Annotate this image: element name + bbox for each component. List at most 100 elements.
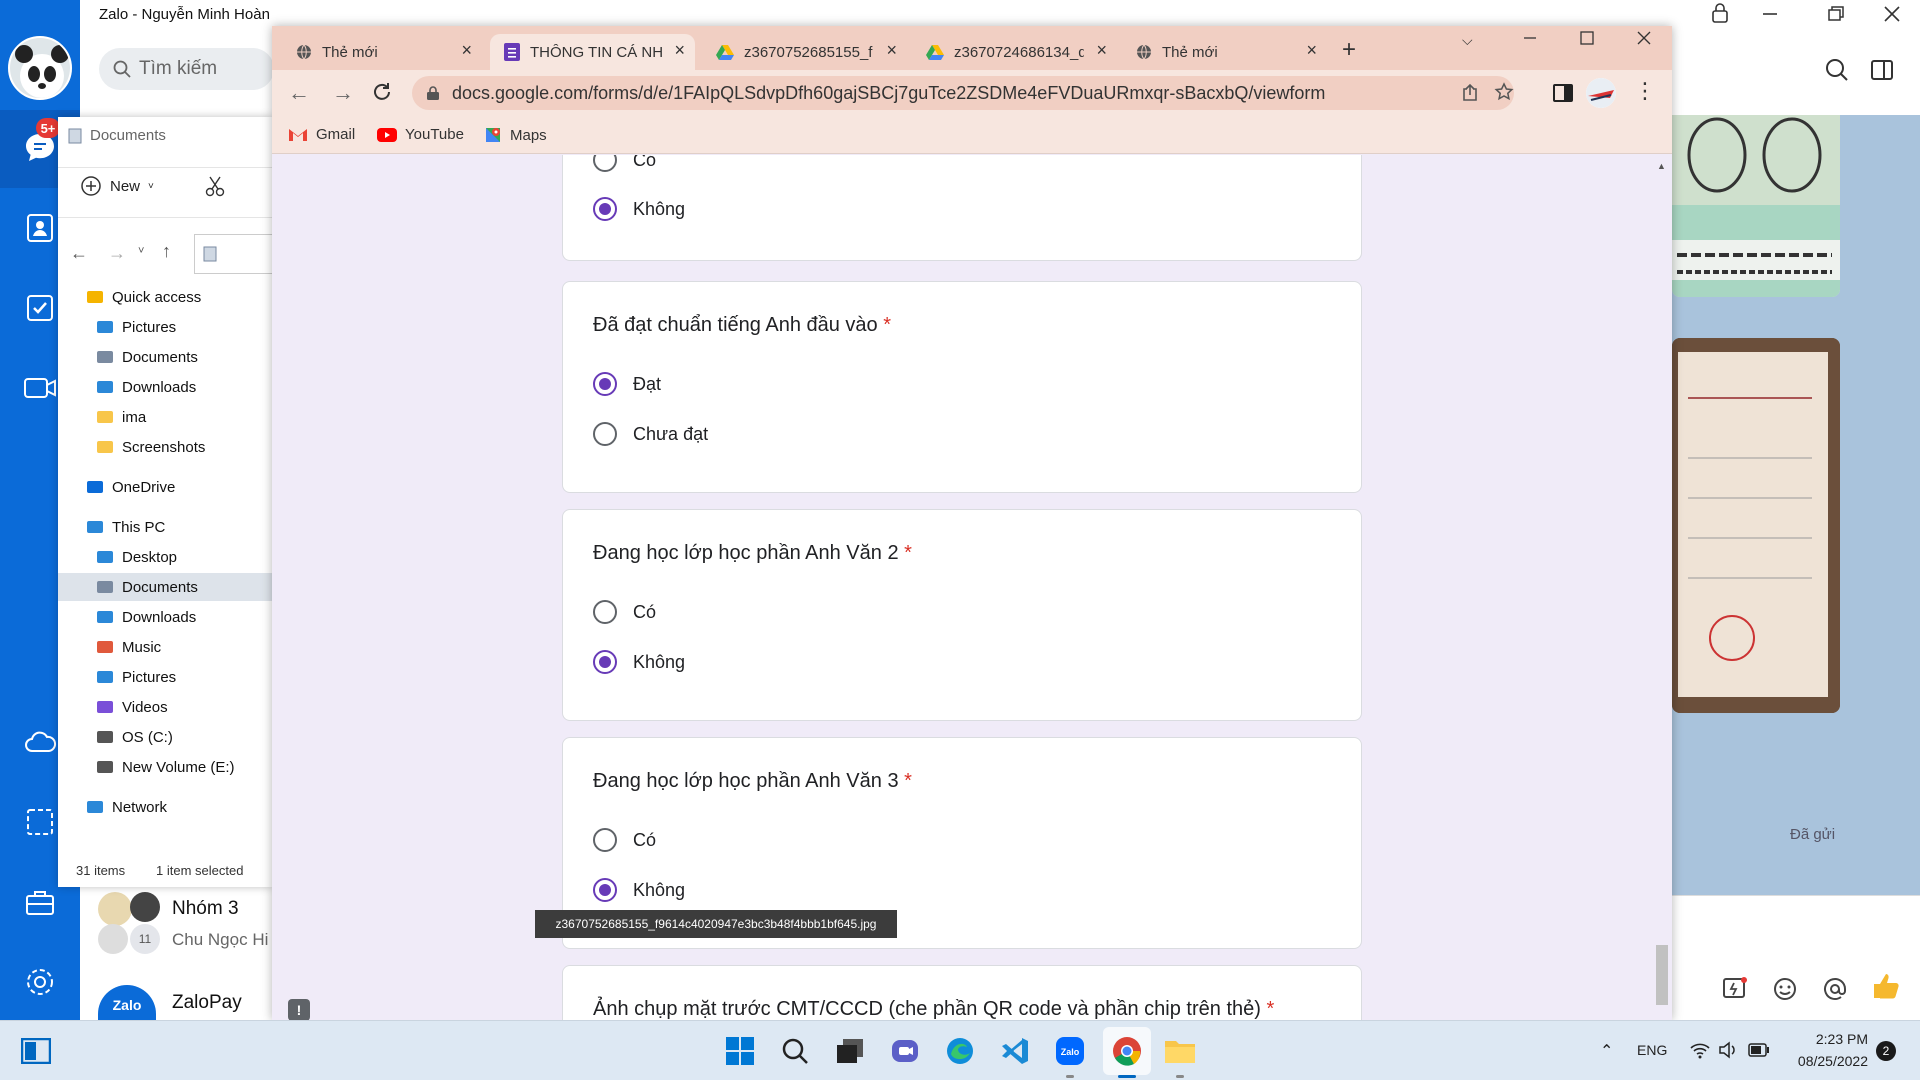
nav-item-desktop[interactable]: Desktop bbox=[58, 543, 273, 571]
file-explorer-icon[interactable] bbox=[1162, 1033, 1198, 1069]
tab-drive-2[interactable]: z3670724686134_d × bbox=[912, 34, 1117, 70]
todo-icon[interactable] bbox=[20, 288, 60, 328]
nav-item-quick-access[interactable]: Quick access bbox=[58, 283, 273, 311]
nav-item-screenshots[interactable]: Screenshots bbox=[58, 433, 273, 461]
thumbs-up-icon[interactable] bbox=[1870, 970, 1902, 1002]
scrollbar-thumb[interactable] bbox=[1656, 945, 1668, 1005]
search-icon[interactable] bbox=[1825, 58, 1849, 82]
nav-item-pictures[interactable]: Pictures bbox=[58, 313, 273, 341]
tab-new-tab-1[interactable]: Thẻ mới × bbox=[282, 34, 482, 70]
minimize-icon[interactable] bbox=[1760, 4, 1780, 24]
wifi-icon[interactable] bbox=[1690, 1041, 1710, 1059]
search-icon[interactable] bbox=[777, 1033, 813, 1069]
radio-checked[interactable] bbox=[593, 878, 617, 902]
option-khong[interactable]: Không bbox=[593, 197, 685, 221]
bookmark-star-icon[interactable] bbox=[1494, 82, 1514, 102]
option-co[interactable]: Có bbox=[593, 155, 656, 172]
nav-item-os-c[interactable]: OS (C:) bbox=[58, 723, 273, 751]
tab-drive-1[interactable]: z3670752685155_f × bbox=[702, 34, 907, 70]
option-dat[interactable]: Đạt bbox=[593, 372, 661, 396]
kebab-menu-icon[interactable]: ⋮ bbox=[1634, 80, 1656, 102]
scroll-up-icon[interactable]: ▲ bbox=[1657, 161, 1666, 171]
nav-item-videos[interactable]: Videos bbox=[58, 693, 273, 721]
radio-unchecked[interactable] bbox=[593, 155, 617, 172]
new-tab-plus-icon[interactable]: + bbox=[1342, 36, 1356, 64]
conversation-name[interactable]: Nhóm 3 bbox=[172, 898, 239, 920]
reload-icon[interactable] bbox=[370, 80, 394, 104]
zalo-taskbar-icon[interactable]: Zalo bbox=[1052, 1033, 1088, 1069]
video-call-icon[interactable] bbox=[20, 368, 60, 408]
chat-image[interactable] bbox=[1672, 115, 1840, 297]
close-window-icon[interactable] bbox=[1634, 28, 1654, 48]
feedback-icon[interactable]: ! bbox=[288, 999, 310, 1020]
forward-arrow-icon[interactable]: → bbox=[332, 80, 354, 106]
nav-item-new-volume-e[interactable]: New Volume (E:) bbox=[58, 753, 273, 781]
back-arrow-icon[interactable]: ← bbox=[70, 243, 88, 264]
chrome-icon[interactable] bbox=[1109, 1033, 1145, 1069]
radio-checked[interactable] bbox=[593, 197, 617, 221]
task-view-icon[interactable] bbox=[18, 1033, 54, 1069]
cut-icon[interactable] bbox=[204, 175, 226, 197]
option-chua-dat[interactable]: Chưa đạt bbox=[593, 422, 708, 446]
address-bar[interactable]: docs.google.com/forms/d/e/1FAIpQLSdvpDfh… bbox=[412, 76, 1514, 110]
quick-message-icon[interactable] bbox=[1722, 976, 1748, 1002]
radio-checked[interactable] bbox=[593, 650, 617, 674]
radio-unchecked[interactable] bbox=[593, 600, 617, 624]
close-tab-icon[interactable]: × bbox=[886, 40, 897, 61]
tab-search-chevron-icon[interactable]: ⌵ bbox=[1462, 32, 1473, 49]
option-co[interactable]: Có bbox=[593, 828, 656, 852]
nav-item-documents[interactable]: Documents bbox=[58, 343, 273, 371]
emoji-icon[interactable] bbox=[1772, 976, 1798, 1002]
contacts-icon[interactable] bbox=[20, 208, 60, 248]
battery-icon[interactable] bbox=[1748, 1043, 1770, 1057]
option-co[interactable]: Có bbox=[593, 600, 656, 624]
side-panel-icon[interactable] bbox=[1552, 82, 1574, 104]
tab-new-tab-2[interactable]: Thẻ mới × bbox=[1122, 34, 1327, 70]
teams-chat-icon[interactable] bbox=[887, 1033, 923, 1069]
maximize-icon[interactable] bbox=[1577, 28, 1597, 48]
nav-item-this-pc[interactable]: This PC bbox=[58, 513, 273, 541]
cloud-icon[interactable] bbox=[20, 722, 60, 762]
restore-icon[interactable] bbox=[1826, 4, 1846, 24]
avatar[interactable] bbox=[8, 36, 72, 100]
volume-icon[interactable] bbox=[1718, 1041, 1738, 1059]
lock-icon[interactable] bbox=[1710, 2, 1730, 24]
up-arrow-icon[interactable]: ↑ bbox=[162, 241, 171, 262]
radio-unchecked[interactable] bbox=[593, 422, 617, 446]
address-bar[interactable] bbox=[194, 234, 273, 274]
language-indicator[interactable]: ENG bbox=[1637, 1042, 1667, 1058]
minimize-icon[interactable] bbox=[1520, 28, 1540, 48]
clock-date[interactable]: 08/25/2022 bbox=[1784, 1053, 1868, 1069]
nav-item-downloads[interactable]: Downloads bbox=[58, 603, 273, 631]
page-scrollbar[interactable]: ▲ bbox=[1652, 155, 1672, 1020]
clock-time[interactable]: 2:23 PM bbox=[1790, 1031, 1868, 1047]
mention-icon[interactable] bbox=[1822, 976, 1848, 1002]
profile-avatar[interactable] bbox=[1586, 78, 1616, 108]
radio-unchecked[interactable] bbox=[593, 828, 617, 852]
sidebar-toggle-icon[interactable] bbox=[1870, 58, 1894, 82]
windows-start-icon[interactable] bbox=[722, 1033, 758, 1069]
radio-checked[interactable] bbox=[593, 372, 617, 396]
tab-form[interactable]: THÔNG TIN CÁ NH × bbox=[490, 34, 695, 70]
vscode-icon[interactable] bbox=[997, 1033, 1033, 1069]
close-tab-icon[interactable]: × bbox=[674, 40, 685, 61]
share-icon[interactable] bbox=[1460, 83, 1480, 103]
nav-item-ima[interactable]: ima bbox=[58, 403, 273, 431]
tray-overflow-chevron-icon[interactable]: ⌃ bbox=[1600, 1041, 1613, 1061]
bookmark-maps[interactable]: Maps bbox=[484, 126, 547, 144]
conversation-name[interactable]: ZaloPay bbox=[172, 992, 242, 1014]
close-tab-icon[interactable]: × bbox=[461, 40, 472, 61]
new-button[interactable]: New ˅ bbox=[80, 175, 154, 197]
option-khong[interactable]: Không bbox=[593, 650, 685, 674]
close-tab-icon[interactable]: × bbox=[1306, 40, 1317, 61]
nav-item-music[interactable]: Music bbox=[58, 633, 273, 661]
notification-count-badge[interactable]: 2 bbox=[1876, 1041, 1896, 1061]
nav-item-network[interactable]: Network bbox=[58, 793, 273, 821]
chat-image[interactable] bbox=[1672, 338, 1840, 713]
nav-item-pictures[interactable]: Pictures bbox=[58, 663, 273, 691]
edge-icon[interactable] bbox=[942, 1033, 978, 1069]
zalo-search-input[interactable]: Tìm kiếm bbox=[99, 48, 274, 90]
task-switcher-icon[interactable] bbox=[832, 1033, 868, 1069]
bookmark-gmail[interactable]: Gmail bbox=[288, 126, 355, 143]
recent-chevron-icon[interactable]: ˅ bbox=[138, 245, 144, 257]
